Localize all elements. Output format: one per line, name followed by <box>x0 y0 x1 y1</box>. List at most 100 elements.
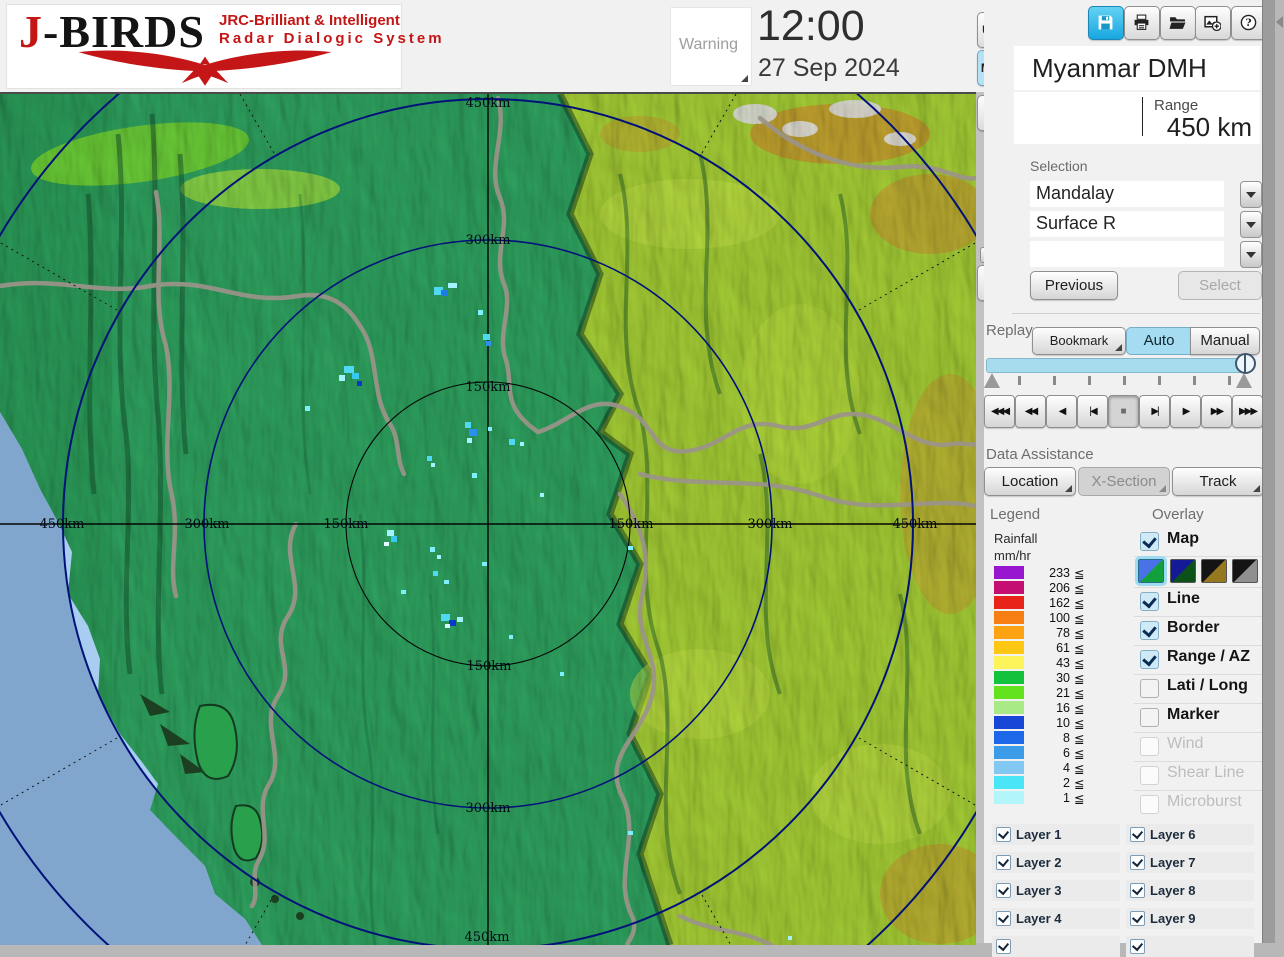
layer-3-row[interactable]: Layer 3 <box>992 880 1120 901</box>
svg-text:?: ? <box>1245 16 1251 29</box>
location-button[interactable]: Location <box>984 467 1076 496</box>
legend-swatch <box>994 716 1024 729</box>
auto-button[interactable]: Auto <box>1126 327 1192 355</box>
selection-product-field[interactable]: Surface R <box>1030 211 1224 237</box>
slider-end-marker[interactable] <box>1236 373 1252 388</box>
map-checkbox[interactable] <box>1140 532 1159 551</box>
radar-map[interactable]: 150km 150km 150km 150km 300km 300km 300k… <box>0 0 1056 957</box>
layer-10-checkbox[interactable] <box>1130 939 1145 954</box>
data-assistance-label: Data Assistance <box>986 446 1094 463</box>
layer-5-checkbox[interactable] <box>996 939 1011 954</box>
warning-label: Warning <box>679 36 738 53</box>
microburst-checkbox <box>1140 795 1159 814</box>
export-image-button[interactable] <box>1195 6 1231 40</box>
track-button[interactable]: Track <box>1172 467 1264 496</box>
selection-site-field[interactable]: Mandalay <box>1030 181 1224 207</box>
map-style-swatch-2[interactable] <box>1170 559 1196 583</box>
slider-tick <box>1123 376 1126 385</box>
line-checkbox[interactable] <box>1140 592 1159 611</box>
layer-8-row[interactable]: Layer 8 <box>1126 880 1254 901</box>
selection-extra-dropdown-button[interactable] <box>1240 241 1262 268</box>
selection-extra-field[interactable] <box>1030 241 1224 267</box>
layer-1-row[interactable]: Layer 1 <box>992 824 1120 845</box>
step-back-button[interactable]: |◀ <box>1077 395 1108 428</box>
eagle-icon <box>78 50 332 86</box>
overlay-item-shear-line: Shear Line <box>1134 761 1262 787</box>
legend-swatch <box>994 701 1024 714</box>
overlay-item-line[interactable]: Line <box>1134 587 1262 613</box>
forward-fastest-button[interactable]: ▶▶▶ <box>1232 395 1263 428</box>
slider-start-marker[interactable] <box>984 373 1000 388</box>
border-checkbox[interactable] <box>1140 621 1159 640</box>
open-folder-button[interactable] <box>1160 6 1196 40</box>
map-style-swatch-3[interactable] <box>1201 559 1227 583</box>
layer-4-checkbox[interactable] <box>996 911 1011 926</box>
legend-swatch <box>994 671 1024 684</box>
layer-5-row-partial[interactable] <box>992 936 1120 957</box>
overlay-item-wind: Wind <box>1134 732 1262 758</box>
wind-checkbox <box>1140 737 1159 756</box>
play-backward-button[interactable]: ◀ <box>1046 395 1077 428</box>
layer-8-checkbox[interactable] <box>1130 883 1145 898</box>
overlay-item-border[interactable]: Border <box>1134 616 1262 642</box>
range-ring-label: 150km <box>465 380 510 395</box>
legend-swatch <box>994 581 1024 594</box>
range-az-checkbox[interactable] <box>1140 650 1159 669</box>
panel-collapse-arrow-icon[interactable] <box>1276 16 1283 28</box>
rewind-button[interactable]: ◀◀ <box>1015 395 1046 428</box>
range-ring-label: 300km <box>465 233 510 248</box>
range-value: 450 km <box>1166 112 1252 142</box>
legend-swatch <box>994 791 1024 804</box>
slider-tick <box>1228 376 1231 385</box>
layer-6-row[interactable]: Layer 6 <box>1126 824 1254 845</box>
play-button[interactable]: ▶ <box>1170 395 1201 428</box>
layer-1-checkbox[interactable] <box>996 827 1011 842</box>
save-icon <box>1098 15 1113 30</box>
layer-10-row-partial[interactable] <box>1126 936 1254 957</box>
layer-7-checkbox[interactable] <box>1130 855 1145 870</box>
warning-dropdown[interactable]: Warning <box>670 7 752 86</box>
layer-4-row[interactable]: Layer 4 <box>992 908 1120 929</box>
overlay-item-lati-long[interactable]: Lati / Long <box>1134 674 1262 700</box>
legend-label: Legend <box>990 506 1041 523</box>
layer-6-checkbox[interactable] <box>1130 827 1145 842</box>
lati-long-checkbox[interactable] <box>1140 679 1159 698</box>
replay-slider-handle[interactable] <box>1235 353 1256 374</box>
overlay-item-range-az[interactable]: Range / AZ <box>1134 645 1262 671</box>
stop-button[interactable]: ■ <box>1108 395 1139 428</box>
layer-9-row[interactable]: Layer 9 <box>1126 908 1254 929</box>
export-image-icon <box>1204 15 1221 31</box>
clock-date: 27 Sep 2024 <box>758 54 900 82</box>
layer-3-checkbox[interactable] <box>996 883 1011 898</box>
step-forward-button[interactable]: ▶| <box>1139 395 1170 428</box>
rewind-fastest-button[interactable]: ◀◀◀ <box>984 395 1015 428</box>
x-section-button[interactable]: X-Section <box>1078 467 1170 496</box>
layer-7-row[interactable]: Layer 7 <box>1126 852 1254 873</box>
layer-2-checkbox[interactable] <box>996 855 1011 870</box>
fast-forward-button[interactable]: ▶▶ <box>1201 395 1232 428</box>
save-button[interactable] <box>1088 6 1124 40</box>
legend-swatch <box>994 596 1024 609</box>
map-style-swatch-1[interactable] <box>1135 556 1167 586</box>
layer-9-checkbox[interactable] <box>1130 911 1145 926</box>
overlay-item-marker[interactable]: Marker <box>1134 703 1262 729</box>
legend-swatch <box>994 611 1024 624</box>
legend-unit: mm/hr <box>994 548 1031 563</box>
selection-site-dropdown-button[interactable] <box>1240 181 1262 208</box>
marker-checkbox[interactable] <box>1140 708 1159 727</box>
range-ring-label: 300km <box>184 517 229 532</box>
legend-swatch <box>994 656 1024 669</box>
map-style-swatch-4[interactable] <box>1232 559 1258 583</box>
replay-slider-track[interactable] <box>986 358 1250 373</box>
panel-scrollbar[interactable] <box>1262 0 1276 943</box>
selection-product-dropdown-button[interactable] <box>1240 211 1262 238</box>
print-button[interactable] <box>1124 6 1160 40</box>
select-button[interactable]: Select <box>1178 271 1262 300</box>
layer-2-row[interactable]: Layer 2 <box>992 852 1120 873</box>
previous-button[interactable]: Previous <box>1030 271 1118 300</box>
manual-button[interactable]: Manual <box>1190 327 1260 355</box>
legend-swatch <box>994 746 1024 759</box>
overlay-item-map[interactable]: Map <box>1134 528 1262 553</box>
range-divider <box>1142 97 1143 136</box>
bookmark-button[interactable]: Bookmark <box>1032 327 1126 355</box>
